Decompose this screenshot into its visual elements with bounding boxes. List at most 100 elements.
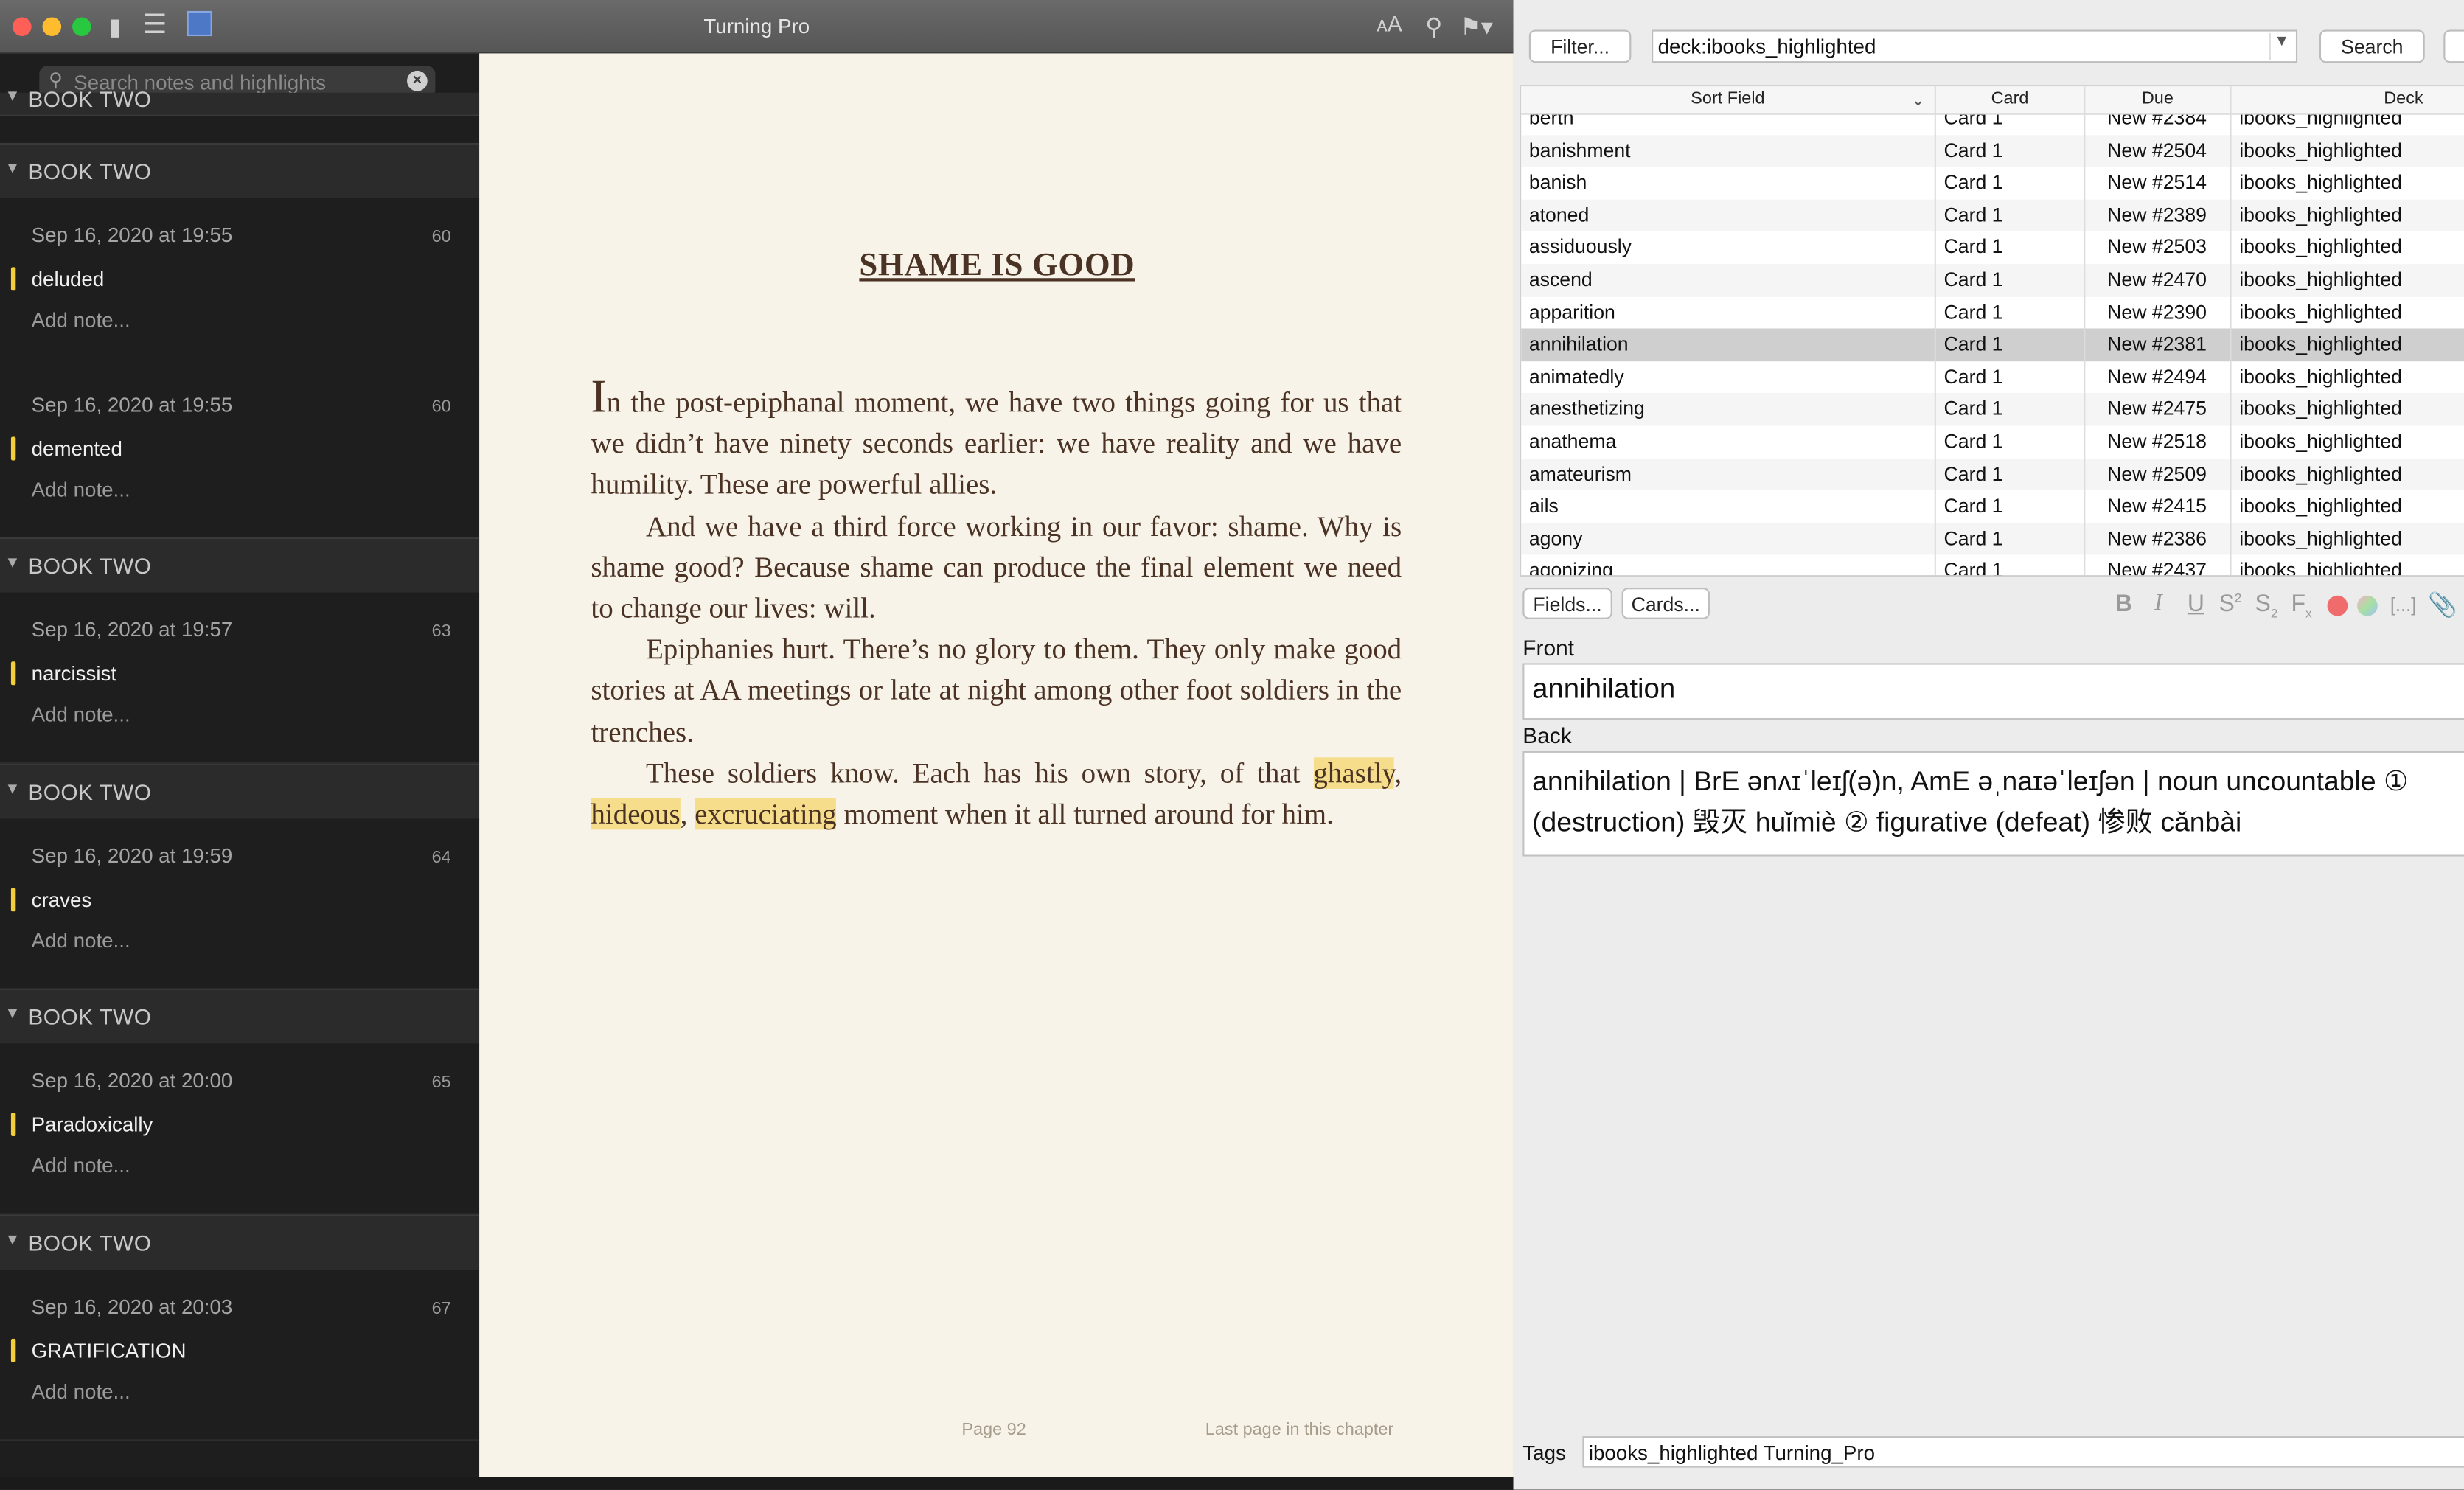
back-field-editor[interactable]: annihilation | BrE ənʌɪˈleɪʃ(ə)n, AmE əˌ… [1522, 751, 2464, 857]
filter-button[interactable]: Filter... [1528, 29, 1632, 63]
highlight-text[interactable]: GRATIFICATION [32, 1339, 187, 1362]
disclosure-triangle-icon[interactable]: ▼ [4, 1232, 20, 1249]
table-row[interactable]: banishment Card 1 New #2504 ibooks_highligh… [1521, 134, 2464, 167]
book-page[interactable]: SHAME IS GOOD In the post-epiphanal mome… [481, 53, 1514, 1477]
add-note-field[interactable]: Add note... [32, 703, 130, 726]
table-row[interactable]: anesthetizing Card 1 New #2475 ibooks_highl… [1521, 393, 2464, 426]
column-header-due[interactable]: Due [2084, 89, 2231, 108]
chevron-down-icon[interactable]: ⌄ [1911, 89, 1926, 111]
deck-cell: ibooks_highlighted [2239, 236, 2402, 259]
sort-field-cell: apparition [1528, 301, 1615, 324]
disclosure-triangle-icon[interactable]: ▼ [4, 160, 20, 177]
anki-browse-window: Filter... deck:ibooks_highlighted ▼ Sear… [1513, 0, 2464, 1490]
ibooks-window: ▮ ☰ Turning Pro ᴀA ⚲ ⚑▾ ⚲ Search notes a… [0, 0, 1514, 1477]
disclosure-triangle-icon[interactable]: ▼ [4, 781, 20, 798]
disclosure-triangle-icon[interactable]: ▼ [4, 1006, 20, 1023]
search-query-input[interactable]: deck:ibooks_highlighted ▼ [1652, 29, 2298, 63]
disclosure-triangle-icon[interactable]: ▼ [4, 554, 20, 571]
table-row-selected[interactable]: annihilation Card 1 New #2381 ibooks_highli… [1521, 328, 2464, 361]
section-header[interactable]: ▼ BOOK TWO [0, 142, 480, 200]
book-body-text[interactable]: In the post-epiphanal moment, we have tw… [591, 373, 1402, 835]
due-cell: New #2386 [2107, 527, 2207, 550]
drop-cap: I [591, 371, 607, 423]
table-row[interactable]: animatedly Card 1 New #2494 ibooks_highligh… [1521, 361, 2464, 394]
cloze-icon[interactable]: [...] [2390, 594, 2417, 616]
superscript-icon[interactable]: S2 [2219, 591, 2242, 617]
section-header[interactable]: ▼ BOOK TWO [0, 988, 480, 1045]
front-field-editor[interactable]: annihilation [1522, 663, 2464, 720]
column-header-deck[interactable]: Deck [2232, 89, 2464, 108]
column-divider[interactable] [1934, 86, 1936, 576]
search-icon[interactable]: ⚲ [1425, 13, 1442, 41]
bold-icon[interactable]: B [2115, 591, 2132, 617]
add-note-field[interactable]: Add note... [32, 308, 130, 332]
column-divider[interactable] [2084, 86, 2086, 576]
search-query-text: deck:ibooks_highlighted [1657, 34, 1876, 58]
table-row[interactable]: atoned Card 1 New #2389 ibooks_highlighted [1521, 199, 2464, 232]
section-header[interactable]: ▼ BOOK TWO [0, 763, 480, 821]
card-cell: Card 1 [1943, 333, 2003, 356]
highlighted-word[interactable]: ghastly [1313, 756, 1395, 789]
due-cell: New #2509 [2107, 462, 2207, 485]
highlight-text[interactable]: craves [32, 888, 92, 911]
column-divider[interactable] [2230, 86, 2232, 576]
table-row[interactable]: apparition Card 1 New #2390 ibooks_highligh… [1521, 296, 2464, 329]
card-cell: Card 1 [1943, 139, 2003, 161]
table-row[interactable]: agonizing Card 1 New #2437 ibooks_highlight… [1521, 555, 2464, 575]
attachment-icon[interactable]: 📎 [2428, 591, 2457, 619]
desktop-strip [0, 1477, 1514, 1490]
cards-button[interactable]: Cards... [1621, 588, 1710, 619]
bookmark-icon[interactable]: ⚑▾ [1460, 13, 1493, 41]
add-note-field[interactable]: Add note... [32, 929, 130, 953]
chevron-down-icon[interactable]: ▼ [2269, 32, 2293, 60]
highlight-page-number: 63 [431, 622, 451, 641]
add-note-field[interactable]: Add note... [32, 1379, 130, 1403]
add-note-field[interactable]: Add note... [32, 1153, 130, 1177]
table-row[interactable]: banish Card 1 New #2514 ibooks_highlighted [1521, 167, 2464, 199]
underline-icon[interactable]: U [2188, 591, 2204, 617]
clear-search-icon[interactable]: × [407, 70, 428, 91]
section-header[interactable]: ▼ BOOK TWO [0, 537, 480, 594]
highlight-text[interactable]: deluded [32, 267, 105, 290]
search-button[interactable]: Search [2319, 29, 2425, 63]
section-label: BOOK TWO [28, 553, 152, 579]
highlights-sidebar: ⚲ Search notes and highlights × BOOK TWO… [0, 53, 480, 1477]
highlight-entry[interactable]: Sep 16, 2020 at 19:59 64 craves Add note… [0, 818, 480, 990]
clear-formatting-icon[interactable]: Fx [2291, 591, 2312, 620]
highlight-entry[interactable]: Sep 16, 2020 at 19:55 60 deluded Add not… [0, 198, 480, 369]
highlight-entry[interactable]: Sep 16, 2020 at 19:55 60 demented Add no… [0, 367, 480, 540]
section-label: BOOK TWO [28, 1230, 152, 1256]
column-header-card[interactable]: Card [1936, 89, 2084, 108]
font-size-icon[interactable]: ᴀA [1377, 11, 1402, 36]
table-row[interactable]: amateurism Card 1 New #2509 ibooks_highligh… [1521, 458, 2464, 491]
table-row[interactable]: assiduously Card 1 New #2503 ibooks_highlig… [1521, 231, 2464, 264]
subscript-icon[interactable]: S2 [2255, 591, 2278, 620]
paragraph-text: n the post-epiphanal moment, we have two… [591, 386, 1402, 501]
highlighted-word[interactable]: excruciating [695, 798, 837, 830]
highlight-entry[interactable]: Sep 16, 2020 at 20:00 65 Paradoxically A… [0, 1043, 480, 1215]
highlight-text[interactable]: demented [32, 437, 122, 461]
highlighted-word[interactable]: hideous [591, 798, 681, 830]
add-note-field[interactable]: Add note... [32, 478, 130, 501]
highlight-text[interactable]: narcissist [32, 661, 116, 685]
tags-input[interactable]: ibooks_highlighted Turning_Pro [1582, 1436, 2464, 1468]
highlight-color-bar [10, 661, 16, 686]
section-header[interactable]: ▼ BOOK TWO [0, 1214, 480, 1272]
section-header-partial[interactable]: BOOK TWO ▼ [0, 86, 480, 116]
cards-table[interactable]: berth Card 1 New #2384 ibooks_highlighted b… [1520, 85, 2464, 577]
table-row[interactable]: ails Card 1 New #2415 ibooks_highlighted [1521, 490, 2464, 523]
highlight-color-icon[interactable] [2357, 595, 2378, 616]
column-header-sort-field[interactable]: Sort Field [1521, 89, 1935, 108]
disclosure-triangle-icon[interactable]: ▼ [4, 88, 20, 105]
highlight-entry[interactable]: Sep 16, 2020 at 19:57 63 narcissist Add … [0, 592, 480, 764]
text-color-icon[interactable] [2327, 595, 2348, 616]
highlight-text[interactable]: Paradoxically [32, 1113, 153, 1136]
highlight-entry[interactable]: Sep 16, 2020 at 20:03 67 GRATIFICATION A… [0, 1270, 480, 1441]
table-row[interactable]: ascend Card 1 New #2470 ibooks_highlighted [1521, 264, 2464, 296]
table-row[interactable]: agony Card 1 New #2386 ibooks_highlighted [1521, 523, 2464, 556]
table-row[interactable]: anathema Card 1 New #2518 ibooks_highlighte… [1521, 425, 2464, 458]
paragraph-text: , [680, 798, 695, 830]
fields-button[interactable]: Fields... [1522, 588, 1612, 619]
preview-button-partial[interactable] [2443, 29, 2464, 63]
italic-icon[interactable]: I [2154, 591, 2162, 617]
